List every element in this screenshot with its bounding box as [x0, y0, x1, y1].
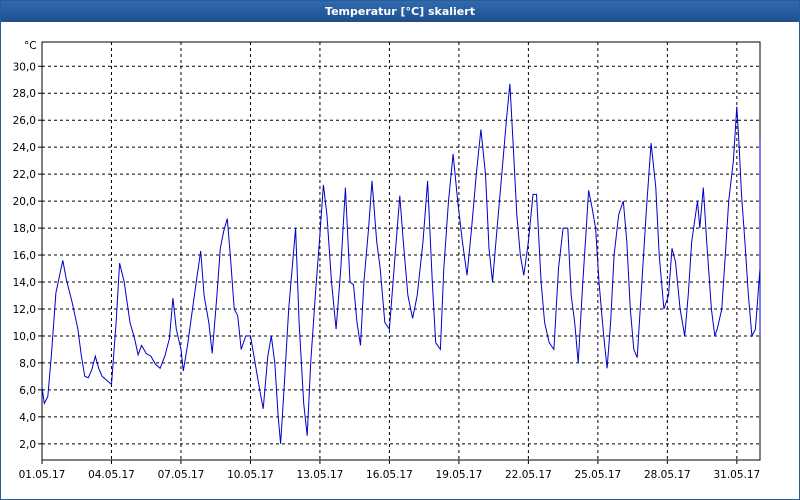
x-tick-label: 31.05.17: [713, 469, 760, 481]
x-tick-label: 16.05.17: [366, 469, 413, 481]
x-tick-label: 04.05.17: [88, 469, 135, 481]
x-tick-label: 22.05.17: [505, 469, 552, 481]
y-tick-label: 10,0: [13, 331, 36, 343]
x-tick-label: 01.05.17: [19, 469, 66, 481]
y-tick-label: 18,0: [13, 223, 36, 235]
temperature-chart: 2,0 4,0 6,0 8,0 10,0 12,0 14,0 16,0 18,0 20,0 22,0…: [13, 40, 761, 481]
y-tick-label: 20,0: [13, 196, 36, 208]
y-tick-label: 8,0: [19, 358, 36, 370]
y-tick-label: 16,0: [13, 250, 36, 262]
plot-area: [41, 41, 761, 461]
y-tick-label: 12,0: [13, 304, 36, 316]
y-tick-label: 4,0: [19, 412, 36, 424]
y-axis-unit: °C: [24, 40, 37, 52]
y-tick-label: 28,0: [13, 88, 36, 100]
x-tick-label: 19.05.17: [436, 469, 483, 481]
x-tick-label: 28.05.17: [644, 469, 691, 481]
y-tick-label: 24,0: [13, 142, 36, 154]
x-tick-label: 13.05.17: [297, 469, 344, 481]
x-tick-label: 10.05.17: [227, 469, 274, 481]
y-tick-label: 26,0: [13, 115, 36, 127]
x-tick-label: 07.05.17: [158, 469, 205, 481]
x-tick-label: 25.05.17: [574, 469, 621, 481]
y-tick-label: 6,0: [19, 385, 36, 397]
y-tick-label: 2,0: [19, 439, 36, 451]
y-tick-label: 22,0: [13, 169, 36, 181]
y-tick-label: 30,0: [13, 61, 36, 73]
y-tick-label: 14,0: [13, 277, 36, 289]
